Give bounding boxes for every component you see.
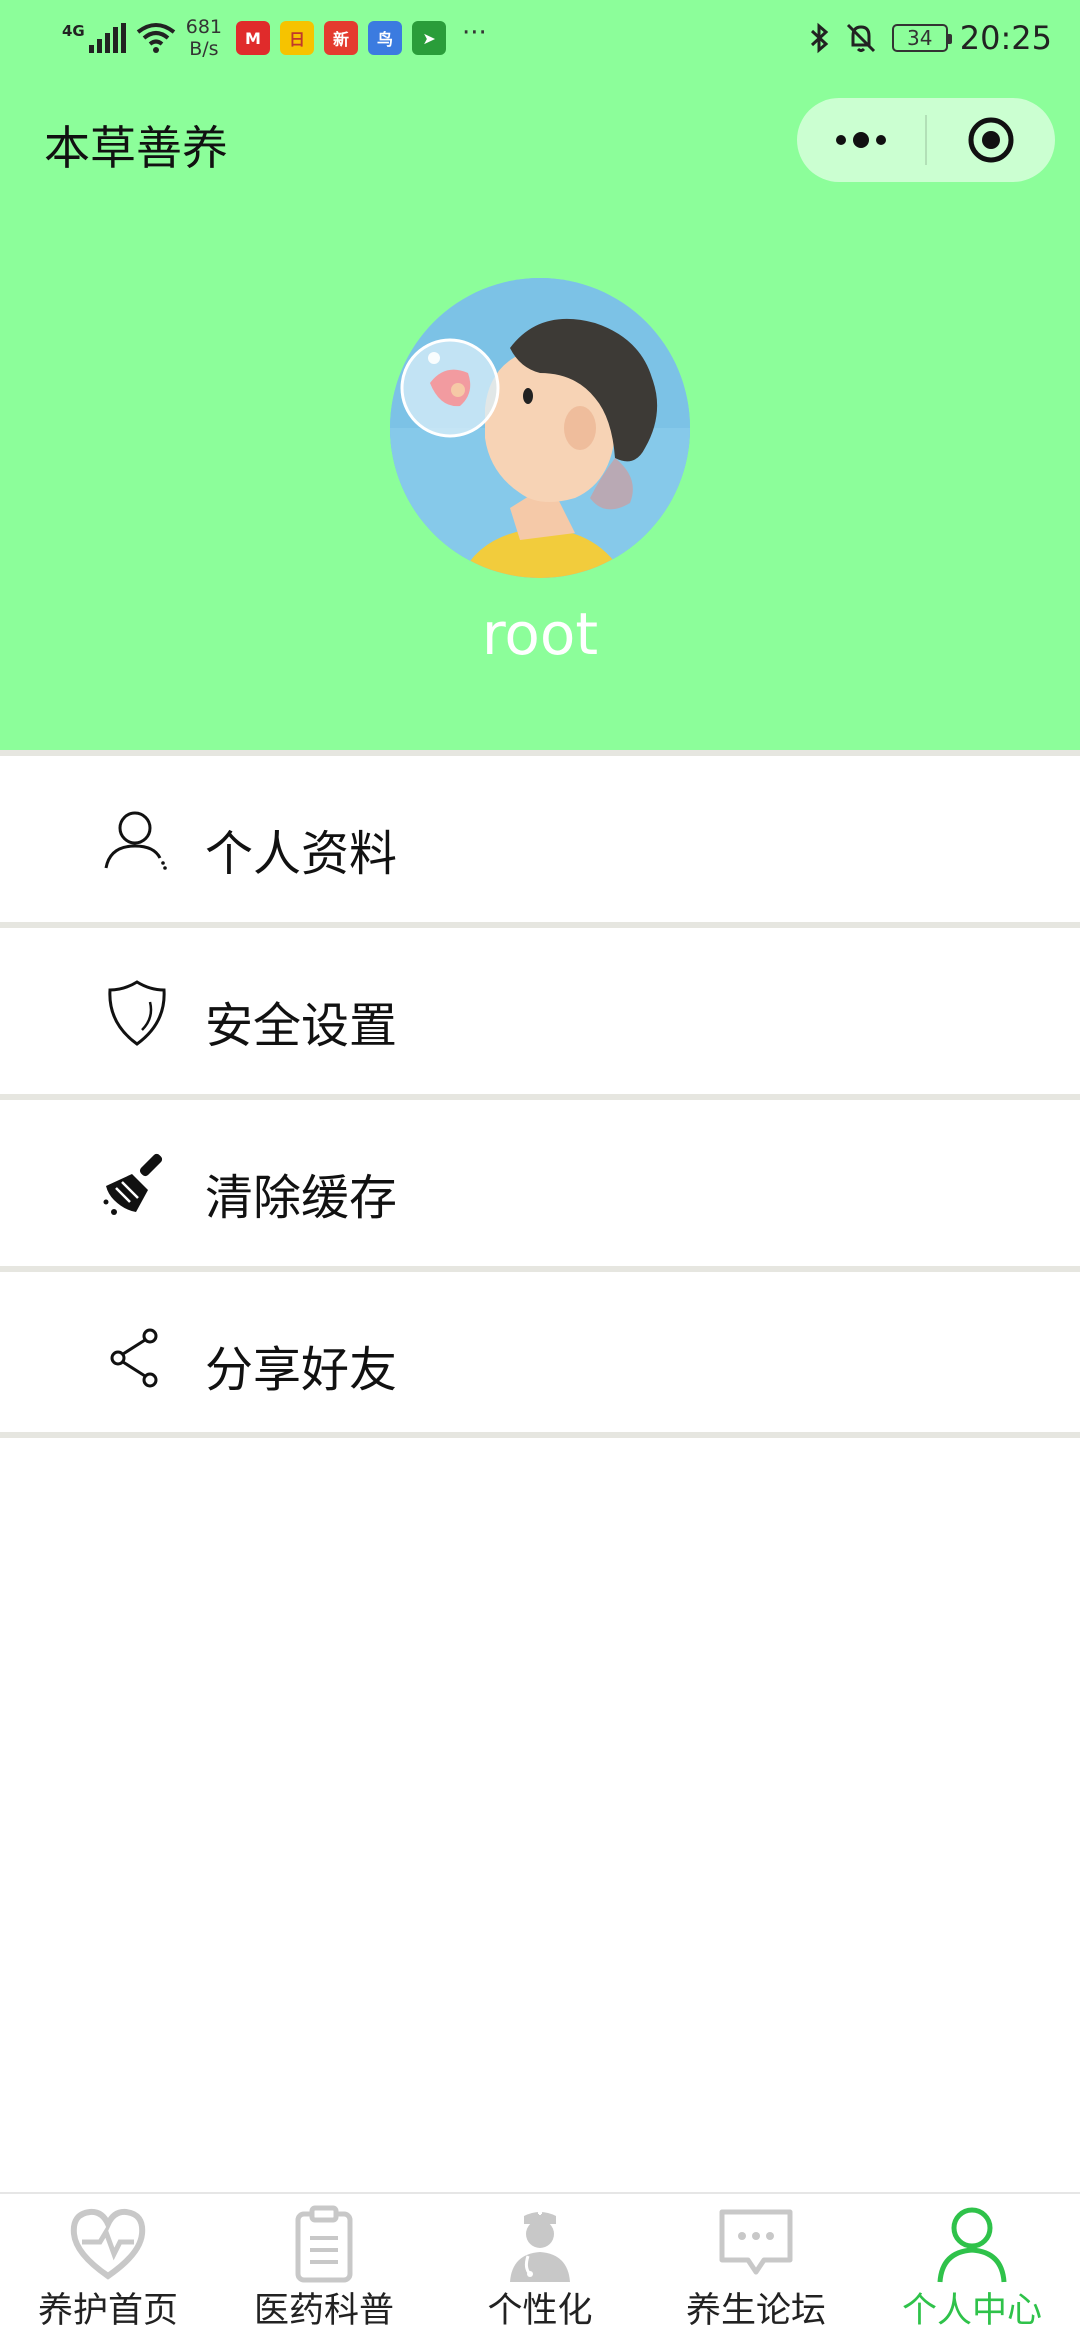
- tab-label-forum: 养生论坛: [685, 2291, 826, 2331]
- more-dots-icon: [836, 132, 886, 148]
- battery-icon: 34: [891, 24, 952, 52]
- network-type: 4G: [62, 22, 85, 40]
- more-menu-button[interactable]: [797, 98, 925, 182]
- tab-label-home: 养护首页: [37, 2291, 178, 2331]
- broom-icon: [103, 1153, 163, 1215]
- battery-level: 34: [907, 26, 933, 50]
- tab-medicine[interactable]: 医药科普: [216, 2194, 432, 2340]
- share-icon: [110, 1328, 158, 1388]
- tab-personalized[interactable]: 个性化: [432, 2194, 648, 2340]
- menu-label-profile: 个人资料: [205, 826, 398, 882]
- location-app-icon: ➤: [412, 21, 447, 55]
- calendar-app-icon: 日: [280, 21, 315, 55]
- chat-bubble-icon: [719, 2209, 793, 2275]
- close-mini-program-button[interactable]: [927, 98, 1055, 182]
- settings-menu: 个人资料 安全设置 清除缓存 分享好友: [0, 750, 1080, 1438]
- tab-home[interactable]: 养护首页: [0, 2194, 216, 2340]
- wifi-icon: [136, 23, 175, 53]
- target-close-icon: [968, 117, 1014, 163]
- person-icon: [104, 811, 167, 870]
- network-speed-value: 681: [185, 16, 223, 38]
- signal-icon: [88, 23, 126, 53]
- doctor-icon: [510, 2211, 570, 2282]
- menu-item-clear-cache[interactable]: 清除缓存: [0, 1094, 1080, 1266]
- person-icon: [937, 2207, 1007, 2283]
- clipboard-icon: [295, 2205, 353, 2283]
- bluetooth-icon: [810, 22, 829, 54]
- menu-item-security[interactable]: 安全设置: [0, 922, 1080, 1094]
- username: root: [481, 600, 599, 668]
- tab-label-medicine: 医药科普: [253, 2291, 394, 2331]
- tab-forum[interactable]: 养生论坛: [648, 2194, 864, 2340]
- menu-item-profile[interactable]: 个人资料: [0, 750, 1080, 922]
- mini-program-capsule: [797, 98, 1055, 182]
- menu-label-clear-cache: 清除缓存: [205, 1170, 398, 1226]
- bottom-tab-bar: 养护首页 医药科普 个性化 养生论坛 个人中心: [0, 2192, 1080, 2340]
- news-app-icon: 新: [324, 21, 359, 55]
- network-speed-unit: B/s: [189, 38, 219, 60]
- mall-app-icon: M: [236, 21, 271, 55]
- more-notifications-icon: ···: [462, 18, 487, 48]
- bird-app-icon: 鸟: [368, 21, 403, 55]
- notification-app-icons: M 日新鸟 ➤: [236, 21, 456, 55]
- tab-label-profile: 个人中心: [901, 2291, 1042, 2331]
- shield-icon: [108, 980, 166, 1046]
- mute-bell-icon: [846, 23, 875, 53]
- tab-label-personalized: 个性化: [487, 2291, 593, 2331]
- menu-label-security: 安全设置: [205, 998, 398, 1054]
- status-bar: 4G 681 B/s M 日新鸟 ➤ ··· 34 20:25: [0, 0, 1080, 72]
- status-bar-left: 4G 681 B/s M 日新鸟 ➤ ···: [62, 14, 487, 62]
- screen: 4G 681 B/s M 日新鸟 ➤ ··· 34 20:25 本草善养 roo…: [0, 0, 1080, 2340]
- menu-label-share: 分享好友: [205, 1342, 398, 1398]
- avatar[interactable]: [390, 278, 690, 578]
- page-title: 本草善养: [44, 121, 228, 175]
- menu-item-share[interactable]: 分享好友: [0, 1266, 1080, 1438]
- profile-header: 4G 681 B/s M 日新鸟 ➤ ··· 34 20:25 本草善养 roo…: [0, 0, 1080, 750]
- avatar-illustration: [390, 278, 690, 578]
- tab-profile[interactable]: 个人中心: [864, 2194, 1080, 2340]
- clock: 20:25: [959, 19, 1052, 57]
- network-speed: 681 B/s: [186, 16, 222, 60]
- heart-pulse-icon: [70, 2208, 146, 2280]
- status-bar-right: 34 20:25: [808, 14, 1052, 62]
